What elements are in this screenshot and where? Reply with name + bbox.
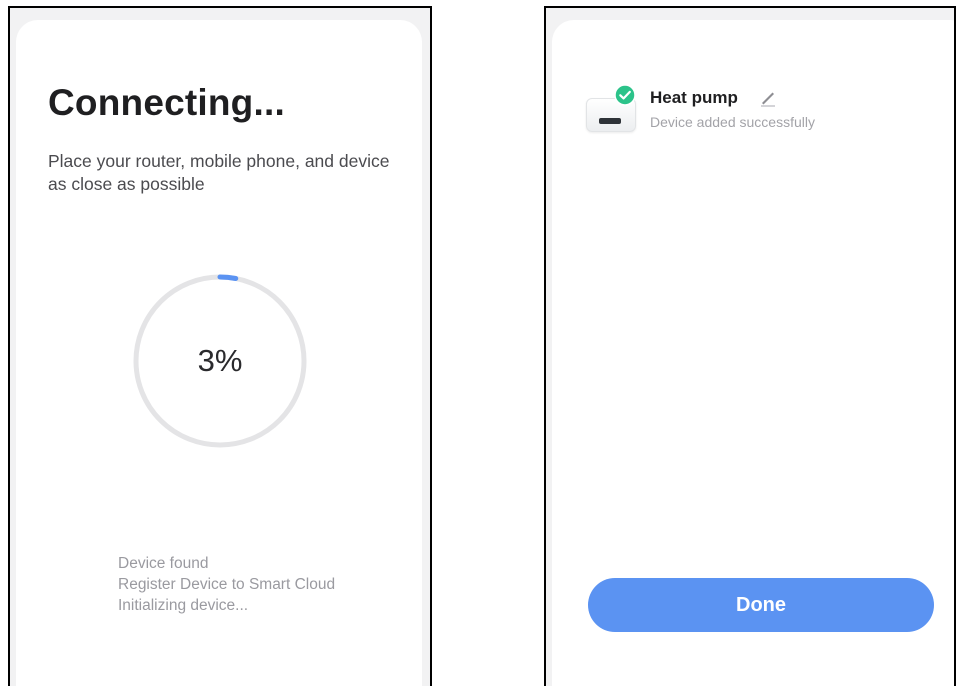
step-initializing: Initializing device... [118,597,249,614]
pencil-icon[interactable] [758,88,778,108]
step-register-device: Register Device to Smart Cloud [118,576,336,593]
success-sheet: Heat pump Device added successfully Done [552,20,954,686]
connection-steps: Device found Register Device to Smart Cl… [118,553,335,616]
done-button[interactable]: Done [588,578,934,632]
progress-percentage: 3% [197,343,243,378]
connecting-screen: Connecting... Place your router, mobile … [8,6,432,686]
device-name: Heat pump [650,88,738,107]
check-circle-icon [614,84,636,106]
page-subtitle: Place your router, mobile phone, and dev… [48,151,390,194]
progress-ring: 3% [132,273,308,449]
step-device-found: Device found [118,555,209,572]
success-screen: Heat pump Device added successfully Done [544,6,956,686]
device-status: Device added successfully [650,114,815,130]
connecting-sheet: Connecting... Place your router, mobile … [16,20,422,686]
page-title: Connecting... [48,82,285,123]
